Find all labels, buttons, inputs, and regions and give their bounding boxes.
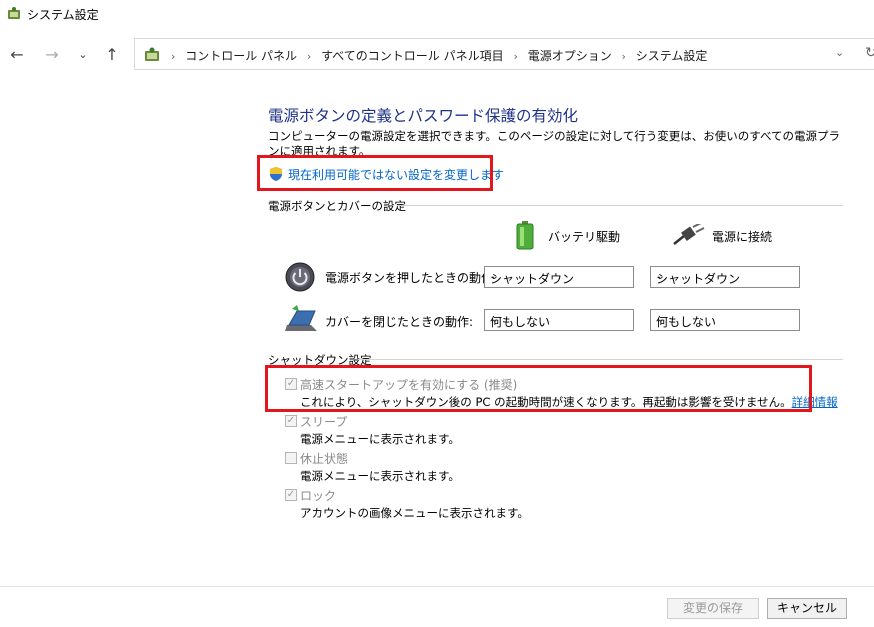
breadcrumb-separator-icon: › — [513, 50, 518, 63]
sleep-description: 電源メニューに表示されます。 — [300, 432, 460, 446]
up-button[interactable]: ↑ — [102, 45, 122, 65]
breadcrumb-separator-icon: › — [306, 50, 312, 63]
lid-close-plugged-select[interactable]: 何もしない ⌄ — [650, 309, 800, 331]
arrow-left-icon: ← — [10, 45, 24, 64]
breadcrumb: › コントロール パネル › すべてのコントロール パネル項目 › 電源オプショ… — [165, 47, 707, 64]
breadcrumb-separator-icon: › — [171, 50, 176, 63]
arrow-right-icon: → — [45, 45, 59, 64]
lock-label: ロック — [300, 489, 337, 503]
page-title: 電源ボタンの定義とパスワード保護の有効化 — [268, 107, 579, 125]
save-changes-button[interactable]: 変更の保存 — [667, 598, 759, 619]
breadcrumb-control-panel[interactable]: コントロール パネル — [185, 49, 297, 63]
chevron-down-icon: ⌄ — [490, 312, 500, 325]
power-button-action-label: 電源ボタンを押したときの動作: — [325, 271, 498, 285]
sleep-checkbox[interactable]: ✓ — [285, 415, 297, 427]
recent-locations-button[interactable]: ⌄ — [73, 45, 93, 65]
power-options-icon — [8, 7, 20, 19]
battery-icon — [516, 221, 534, 250]
breadcrumb-separator-icon: › — [621, 50, 626, 63]
forward-button[interactable]: → — [42, 45, 62, 65]
hibernate-label: 休止状態 — [300, 452, 349, 466]
hibernate-description: 電源メニューに表示されます。 — [300, 469, 460, 483]
column-header-plugged-in: 電源に接続 — [712, 230, 773, 244]
sleep-label: スリープ — [300, 415, 348, 429]
navigation-bar: ← → ⌄ ↑ › コントロール パネル › すべてのコントロール パネル項目 … — [0, 36, 874, 74]
control-panel-icon — [145, 47, 159, 61]
hibernate-checkbox[interactable] — [285, 452, 297, 464]
power-section-title: 電源ボタンとカバーの設定 — [268, 199, 406, 213]
address-dropdown-icon[interactable]: ⌄ — [835, 46, 844, 59]
chevron-down-icon: ⌄ — [490, 269, 500, 282]
chevron-down-icon: ⌄ — [656, 312, 666, 325]
cancel-button[interactable]: キャンセル — [767, 598, 847, 619]
lock-description: アカウントの画像メニューに表示されます。 — [300, 506, 529, 520]
power-button-icon — [285, 262, 315, 292]
plug-icon — [673, 224, 705, 245]
power-button-battery-select[interactable]: シャットダウン ⌄ — [484, 266, 634, 288]
refresh-icon[interactable]: ↻ — [865, 45, 874, 61]
title-bar: システム設定 — [0, 0, 874, 28]
power-button-plugged-select[interactable]: シャットダウン ⌄ — [650, 266, 800, 288]
window-title: システム設定 — [27, 8, 99, 22]
back-button[interactable]: ← — [7, 45, 27, 65]
highlight-box-fast-startup — [265, 365, 812, 412]
section-divider — [398, 205, 843, 206]
chevron-down-icon: ⌄ — [78, 48, 88, 61]
breadcrumb-all-items[interactable]: すべてのコントロール パネル項目 — [321, 49, 504, 63]
footer-divider — [0, 586, 874, 587]
lid-close-action-label: カバーを閉じたときの動作: — [325, 315, 474, 329]
lock-checkbox[interactable]: ✓ — [285, 489, 297, 501]
laptop-lid-icon — [285, 305, 317, 331]
address-bar[interactable]: › コントロール パネル › すべてのコントロール パネル項目 › 電源オプショ… — [134, 38, 874, 70]
breadcrumb-power-options[interactable]: 電源オプション — [528, 49, 612, 63]
highlight-box-change-link — [257, 155, 493, 191]
chevron-down-icon: ⌄ — [656, 269, 666, 282]
column-header-battery: バッテリ駆動 — [548, 230, 621, 244]
arrow-up-icon: ↑ — [105, 45, 119, 64]
breadcrumb-system-settings[interactable]: システム設定 — [636, 49, 708, 63]
main-content: 電源ボタンの定義とパスワード保護の有効化 コンピューターの電源設定を選択できます… — [0, 80, 874, 585]
lid-close-battery-select[interactable]: 何もしない ⌄ — [484, 309, 634, 331]
section-divider — [358, 359, 843, 360]
